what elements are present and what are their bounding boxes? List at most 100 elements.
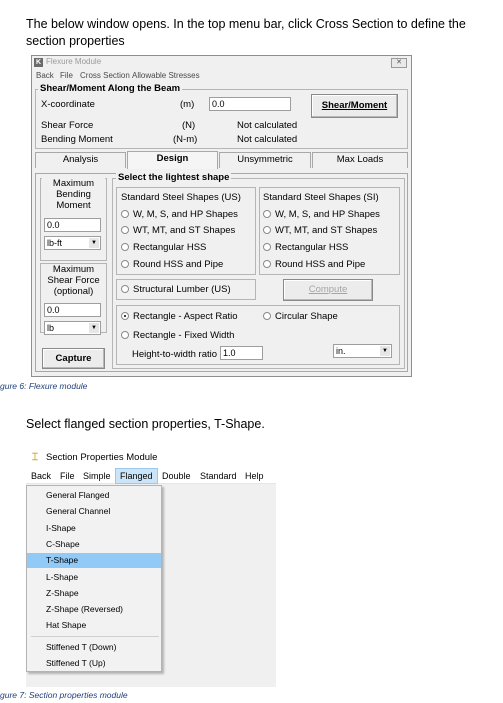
capture-button[interactable]: Capture [42, 348, 105, 369]
compute-button[interactable]: Compute [283, 279, 373, 301]
menu-item-z-shape[interactable]: Z-Shape [27, 586, 161, 601]
menu-simple[interactable]: Simple [83, 471, 111, 481]
menu-flanged[interactable]: Flanged [115, 468, 158, 484]
intro-paragraph: The below window opens. In the top menu … [26, 17, 466, 48]
radio-rectangle-fixed-width[interactable]: Rectangle - Fixed Width [121, 330, 234, 341]
max-shear-label: Maximum Shear Force (optional) [42, 264, 105, 297]
radio-label: Circular Shape [275, 311, 338, 322]
tab-max-loads[interactable]: Max Loads [312, 152, 408, 168]
flanged-dropdown: General Flanged General Channel I-Shape … [26, 485, 162, 672]
radio-label: Rectangle - Aspect Ratio [133, 311, 238, 322]
radio-button-icon [263, 260, 271, 268]
si-shapes-title: Standard Steel Shapes (SI) [263, 192, 379, 203]
figure-6-caption: gure 6: Flexure module [0, 381, 88, 391]
tab-design[interactable]: Design [127, 151, 218, 169]
menu-back[interactable]: Back [36, 71, 54, 80]
radio-si-w-shapes[interactable]: W, M, S, and HP Shapes [263, 209, 380, 220]
max-moment-unit-value: lb-ft [47, 238, 63, 248]
menu-standard[interactable]: Standard [200, 471, 237, 481]
menu-item-stiffened-t-down[interactable]: Stiffened T (Down) [27, 640, 161, 655]
radio-button-icon [263, 226, 271, 234]
length-unit-select[interactable]: in. ▼ [333, 344, 392, 358]
bending-moment-label: Bending Moment [41, 134, 113, 145]
radio-label: Round HSS and Pipe [275, 259, 366, 270]
menu-item-i-shape[interactable]: I-Shape [27, 521, 161, 536]
radio-button-icon [121, 285, 129, 293]
us-shapes-title: Standard Steel Shapes (US) [121, 192, 241, 203]
menu-double[interactable]: Double [162, 471, 191, 481]
window-title: Flexure Module [46, 57, 102, 66]
radio-us-w-shapes[interactable]: W, M, S, and HP Shapes [121, 209, 238, 220]
tab-unsymmetric[interactable]: Unsymmetric [219, 152, 311, 168]
menu-allowable-stresses[interactable]: Allowable Stresses [132, 71, 200, 80]
max-moment-input[interactable]: 0.0 [44, 218, 101, 232]
menu-separator [31, 636, 159, 637]
menu-help[interactable]: Help [245, 471, 264, 481]
menu-item-z-shape-reversed[interactable]: Z-Shape (Reversed) [27, 602, 161, 617]
menu-file[interactable]: File [60, 71, 73, 80]
radio-button-icon [121, 260, 129, 268]
title-bar: ⌶ Section Properties Module [26, 447, 276, 467]
shear-force-value: Not calculated [237, 120, 298, 131]
max-shear-input[interactable]: 0.0 [44, 303, 101, 317]
bending-moment-value: Not calculated [237, 134, 298, 145]
menu-item-l-shape[interactable]: L-Shape [27, 570, 161, 585]
radio-label: WT, MT, and ST Shapes [275, 225, 378, 236]
flanged-instruction: Select flanged section properties, T-Sha… [26, 417, 265, 431]
radio-us-wt-shapes[interactable]: WT, MT, and ST Shapes [121, 225, 235, 236]
radio-label: Rectangle - Fixed Width [133, 330, 235, 341]
shear-force-unit: (N) [182, 120, 196, 131]
radio-structural-lumber[interactable]: Structural Lumber (US) [121, 284, 231, 295]
menu-file[interactable]: File [60, 471, 75, 481]
menu-back[interactable]: Back [31, 471, 51, 481]
radio-label: W, M, S, and HP Shapes [275, 209, 380, 220]
x-coordinate-label: X-coordinate [41, 99, 95, 110]
chevron-down-icon: ▼ [89, 323, 99, 333]
menu-item-t-shape[interactable]: T-Shape [27, 553, 161, 568]
title-bar: K Flexure Module ✕ [32, 56, 411, 70]
radio-label: Rectangular HSS [133, 242, 207, 253]
menu-item-c-shape[interactable]: C-Shape [27, 537, 161, 552]
max-shear-unit-value: lb [47, 323, 55, 333]
tab-analysis[interactable]: Analysis [35, 152, 126, 168]
radio-si-round-hss[interactable]: Round HSS and Pipe [263, 259, 365, 270]
section-properties-window: ⌶ Section Properties Module Back File Si… [26, 447, 276, 687]
radio-si-rect-hss[interactable]: Rectangular HSS [263, 242, 348, 253]
menu-item-general-flanged[interactable]: General Flanged [27, 488, 161, 503]
menu-item-general-channel[interactable]: General Channel [27, 504, 161, 519]
radio-rectangle-aspect-ratio[interactable]: Rectangle - Aspect Ratio [121, 311, 238, 322]
ratio-label: Height-to-width ratio [132, 349, 218, 360]
x-coordinate-input[interactable]: 0.0 [209, 97, 291, 111]
close-icon[interactable]: ✕ [391, 58, 407, 68]
menu-item-hat-shape[interactable]: Hat Shape [27, 618, 161, 633]
length-unit-value: in. [336, 346, 346, 356]
radio-button-icon [121, 243, 129, 251]
ratio-input[interactable]: 1.0 [220, 346, 263, 360]
window-title: Section Properties Module [46, 452, 158, 463]
radio-us-round-hss[interactable]: Round HSS and Pipe [121, 259, 223, 270]
menu-bar: Back File Simple Flanged Double Standard… [26, 467, 276, 484]
max-shear-unit-select[interactable]: lb ▼ [44, 321, 101, 335]
radio-button-icon [263, 210, 271, 218]
radio-button-selected-icon [121, 312, 129, 320]
radio-si-wt-shapes[interactable]: WT, MT, and ST Shapes [263, 225, 377, 236]
radio-circular-shape[interactable]: Circular Shape [263, 311, 338, 322]
menu-cross-section[interactable]: Cross Section [80, 71, 130, 80]
radio-us-rect-hss[interactable]: Rectangular HSS [121, 242, 206, 253]
radio-button-icon [121, 331, 129, 339]
shear-moment-button[interactable]: Shear/Moment [311, 94, 398, 118]
radio-label: W, M, S, and HP Shapes [133, 209, 238, 220]
x-coordinate-unit: (m) [180, 99, 195, 110]
radio-label: Round HSS and Pipe [133, 259, 224, 270]
radio-button-icon [263, 243, 271, 251]
beam-group-title: Shear/Moment Along the Beam [38, 83, 183, 94]
bending-moment-unit: (N-m) [173, 134, 198, 145]
lightest-shape-title: Select the lightest shape [116, 172, 232, 183]
radio-label: Structural Lumber (US) [133, 284, 231, 295]
radio-label: WT, MT, and ST Shapes [133, 225, 236, 236]
max-moment-unit-select[interactable]: lb-ft ▼ [44, 236, 101, 250]
radio-button-icon [121, 210, 129, 218]
chevron-down-icon: ▼ [380, 346, 390, 356]
menu-item-stiffened-t-up[interactable]: Stiffened T (Up) [27, 656, 161, 671]
figure-7-caption: gure 7: Section properties module [0, 690, 128, 700]
